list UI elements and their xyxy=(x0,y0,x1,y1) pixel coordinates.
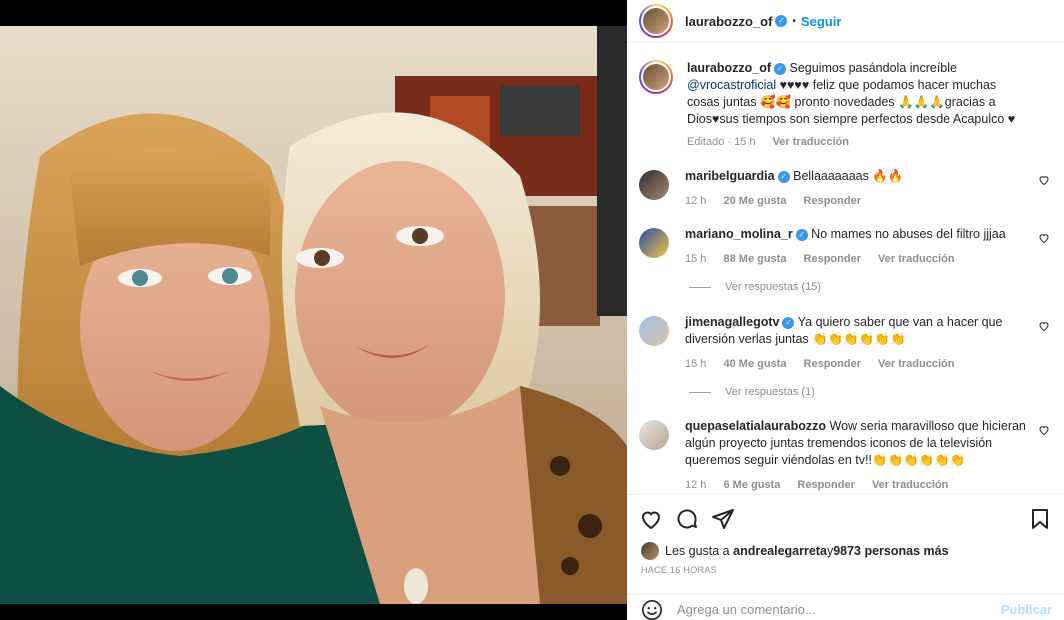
caption-edited-time: Editado · 15 h xyxy=(687,136,756,148)
caption-avatar[interactable] xyxy=(639,60,673,94)
liker-username[interactable]: andrealegarreta xyxy=(733,544,827,558)
comment-likes[interactable]: 88 Me gusta xyxy=(723,253,786,265)
comment-translate-link[interactable]: Ver traducción xyxy=(872,479,948,491)
caption-username[interactable]: laurabozzo_of xyxy=(687,61,771,75)
post-header: laurabozzo_of ✓ • Seguir xyxy=(627,0,1064,43)
comment-icon[interactable] xyxy=(675,507,699,531)
view-replies-button[interactable]: Ver respuestas (1) xyxy=(689,386,815,398)
liker-avatar xyxy=(641,542,659,560)
comment-item: maribelguardia ✓ Bellaaaaaaas 🔥🔥 12 h 20 … xyxy=(639,168,1052,210)
post-caption: laurabozzo_of ✓ Seguimos pasándola increí… xyxy=(639,60,1052,151)
like-comment-heart-icon[interactable] xyxy=(1038,174,1050,186)
emoji-icon[interactable] xyxy=(641,599,663,620)
comments-list: laurabozzo_of ✓ Seguimos pasándola increí… xyxy=(627,44,1064,494)
verified-icon: ✓ xyxy=(795,228,808,241)
verified-icon: ✓ xyxy=(777,170,790,183)
comment-username[interactable]: maribelguardia xyxy=(685,169,775,183)
comment-time: 12 h xyxy=(685,195,707,207)
comment-username[interactable]: mariano_molina_r xyxy=(685,227,793,241)
post-time: HACE 16 HORAS xyxy=(641,565,717,575)
comment-translate-link[interactable]: Ver traducción xyxy=(878,358,954,370)
author-avatar[interactable] xyxy=(639,4,673,38)
publish-button[interactable]: Publicar xyxy=(1001,602,1052,617)
comment-username[interactable]: quepaselatialaurabozzo xyxy=(685,419,826,433)
like-comment-heart-icon[interactable] xyxy=(1038,424,1050,436)
comment-item: jimenagallegotv ✓ Ya quiero saber que van… xyxy=(639,314,1052,373)
commenter-avatar[interactable] xyxy=(639,228,669,258)
view-replies-label[interactable]: Ver respuestas (1) xyxy=(725,386,815,398)
comment-time: 12 h xyxy=(685,479,707,491)
comment-likes[interactable]: 20 Me gusta xyxy=(723,195,786,207)
comment-item: quepaselatialaurabozzo Wow seria maravil… xyxy=(639,418,1052,494)
likes-prefix: Les gusta a xyxy=(665,544,730,558)
heart-icon[interactable] xyxy=(639,507,663,531)
comment-reply-button[interactable]: Responder xyxy=(804,358,861,370)
bookmark-icon[interactable] xyxy=(1028,507,1052,531)
post-side-panel: laurabozzo_of ✓ • Seguir laurabozzo_of ✓ … xyxy=(627,0,1064,620)
comment-text: No mames no abuses del filtro jjjaa xyxy=(811,227,1006,241)
comment-composer: Publicar xyxy=(627,594,1064,620)
comment-time: 15 h xyxy=(685,358,707,370)
likes-summary[interactable]: Les gusta a andrealegarreta y 9873 perso… xyxy=(641,542,949,560)
replies-divider xyxy=(689,286,711,288)
verified-icon: ✓ xyxy=(775,15,788,27)
comment-likes[interactable]: 6 Me gusta xyxy=(723,479,780,491)
caption-mention[interactable]: @vrocastroficial xyxy=(687,78,776,92)
post-action-bar xyxy=(627,494,1064,538)
follow-button[interactable]: Seguir xyxy=(801,14,841,29)
verified-icon: ✓ xyxy=(774,62,787,75)
caption-translate-link[interactable]: Ver traducción xyxy=(773,136,849,148)
view-replies-button[interactable]: Ver respuestas (15) xyxy=(689,281,821,293)
instagram-post-modal: laurabozzo_of ✓ • Seguir laurabozzo_of ✓ … xyxy=(0,0,1064,620)
comment-item: mariano_molina_r ✓ No mames no abuses del… xyxy=(639,226,1052,268)
comment-reply-button[interactable]: Responder xyxy=(804,195,861,207)
commenter-avatar[interactable] xyxy=(639,316,669,346)
share-icon[interactable] xyxy=(711,507,735,531)
comment-reply-button[interactable]: Responder xyxy=(797,479,854,491)
like-comment-heart-icon[interactable] xyxy=(1038,232,1050,244)
view-replies-label[interactable]: Ver respuestas (15) xyxy=(725,281,821,293)
comment-input[interactable] xyxy=(677,602,977,617)
like-comment-heart-icon[interactable] xyxy=(1038,320,1050,332)
comment-likes[interactable]: 40 Me gusta xyxy=(723,358,786,370)
comment-reply-button[interactable]: Responder xyxy=(804,253,861,265)
comment-translate-link[interactable]: Ver traducción xyxy=(878,253,954,265)
commenter-avatar[interactable] xyxy=(639,170,669,200)
author-username[interactable]: laurabozzo_of xyxy=(685,14,772,29)
post-photo xyxy=(0,0,627,620)
caption-text: Seguimos pasándola increíble xyxy=(786,61,957,75)
separator-dot: • xyxy=(792,15,796,27)
comment-username[interactable]: jimenagallegotv xyxy=(685,315,779,329)
comment-text: Bellaaaaaaas 🔥🔥 xyxy=(793,169,904,183)
replies-divider xyxy=(689,391,711,393)
comment-time: 15 h xyxy=(685,253,707,265)
likes-count[interactable]: 9873 personas más xyxy=(833,544,948,558)
verified-icon: ✓ xyxy=(782,316,795,329)
commenter-avatar[interactable] xyxy=(639,420,669,450)
